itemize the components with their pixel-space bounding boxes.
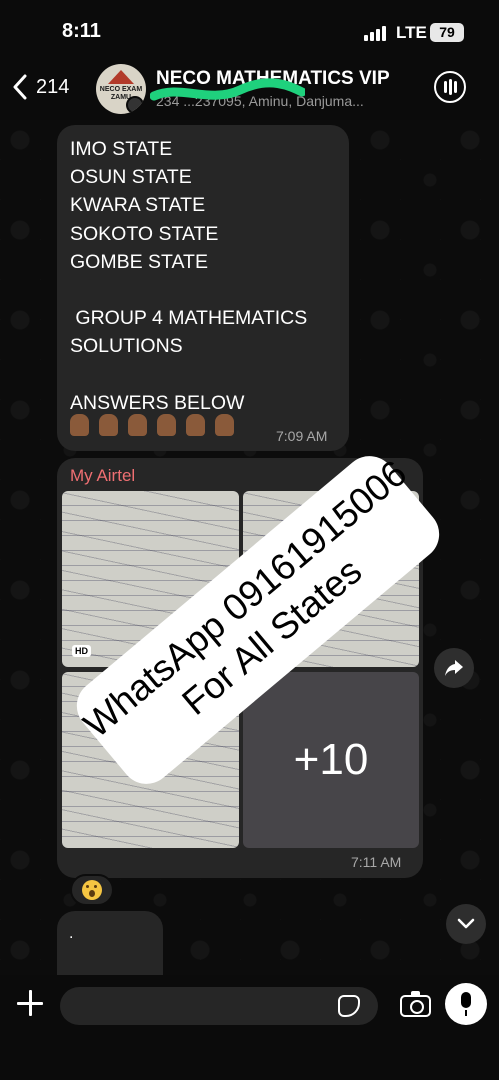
camera-icon[interactable] — [400, 991, 431, 1017]
plus-icon[interactable] — [16, 989, 44, 1017]
school-roof-icon — [108, 70, 134, 84]
chevron-left-icon — [13, 74, 27, 100]
message-text: IMO STATE OSUN STATE KWARA STATE SOKOTO … — [70, 138, 308, 414]
sender-name[interactable]: My Airtel — [70, 466, 135, 486]
surprised-face-icon — [82, 880, 102, 900]
voice-chat-icon[interactable] — [434, 71, 466, 103]
redaction-scribble — [150, 78, 305, 101]
microphone-icon[interactable] — [445, 983, 487, 1025]
battery-icon: 79 — [430, 23, 464, 42]
message-reaction[interactable] — [70, 874, 114, 906]
album-more-photos[interactable]: +10 — [243, 672, 419, 848]
signal-icon — [364, 26, 386, 41]
group-avatar[interactable]: NECO EXAM ZAMU — [96, 64, 146, 114]
status-bar: 8:11 LTE 79 — [0, 0, 499, 62]
message-text: . — [69, 925, 74, 942]
unread-count: 214 — [36, 75, 70, 98]
message-bubble[interactable]: . — [57, 911, 163, 981]
more-photos-count: +10 — [293, 735, 369, 784]
share-arrow-icon — [445, 660, 463, 676]
chat-header: 214 NECO EXAM ZAMU NECO MATHEMATICS VIP … — [0, 58, 499, 120]
hd-badge: HD — [72, 645, 91, 657]
message-time: 7:11 AM — [351, 854, 402, 870]
community-icon — [126, 96, 144, 114]
forward-button[interactable] — [434, 648, 474, 688]
network-label: LTE — [396, 23, 427, 42]
pointing-down-emojis — [70, 414, 234, 436]
message-bubble[interactable]: IMO STATE OSUN STATE KWARA STATE SOKOTO … — [57, 125, 349, 451]
scroll-to-bottom-button[interactable] — [446, 904, 486, 944]
back-button[interactable]: 214 — [12, 74, 69, 100]
message-input[interactable] — [60, 987, 378, 1025]
message-composer — [0, 975, 499, 1080]
status-time: 8:11 — [62, 20, 101, 42]
message-time: 7:09 AM — [276, 428, 328, 444]
chevron-down-icon — [457, 918, 475, 929]
